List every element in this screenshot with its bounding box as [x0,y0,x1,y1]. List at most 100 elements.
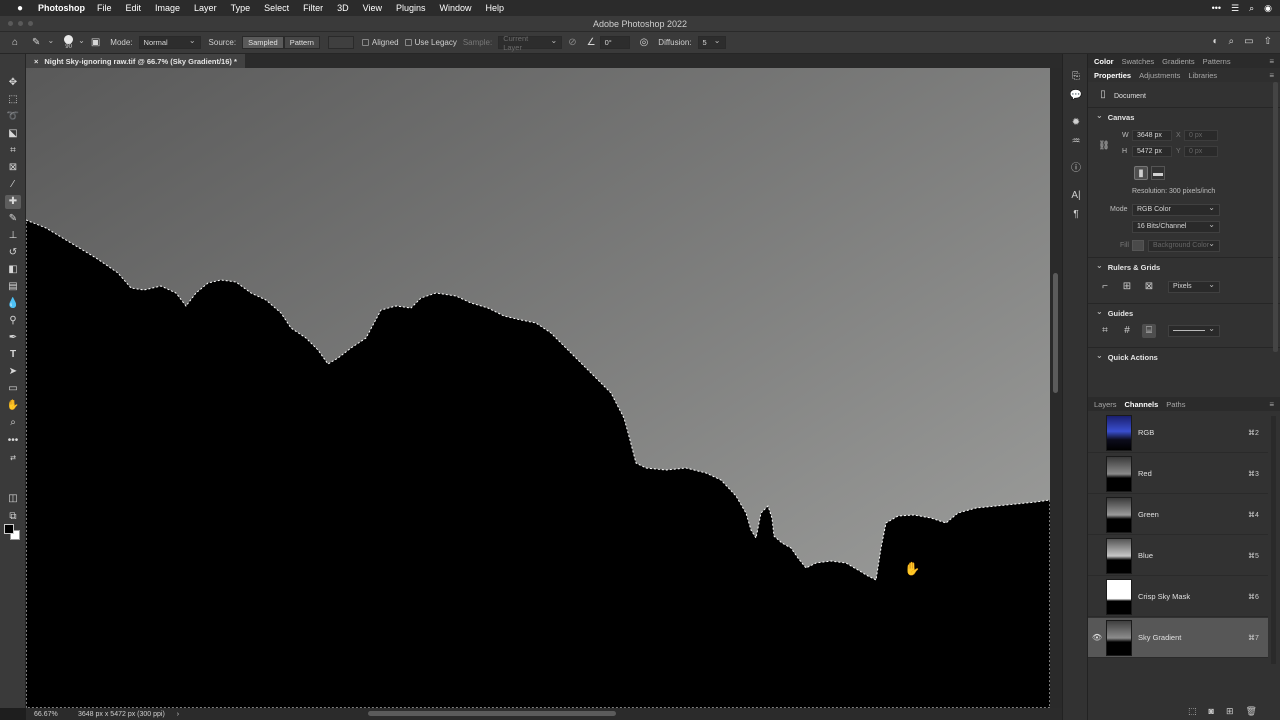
properties-menu-icon[interactable]: ≡ [1269,71,1274,80]
height-field[interactable]: 5472 px [1132,146,1172,157]
blur-tool-icon[interactable]: 💧 [5,297,21,311]
tab-channels[interactable]: Channels [1125,400,1159,409]
use-legacy-checkbox[interactable] [404,39,412,46]
marquee-tool-icon[interactable]: ⬚ [5,93,21,107]
link-dimensions-icon[interactable]: ⛓ [1097,138,1111,152]
load-selection-icon[interactable]: ⬚ [1188,706,1197,717]
channel-row-green[interactable]: Green ⌘4 [1088,495,1268,535]
eye-icon[interactable]: 👁 [1088,633,1106,642]
quick-mask-icon[interactable]: ◫ [5,492,21,506]
pressure-size-icon[interactable]: ◎ [640,37,649,48]
brush-tool-icon[interactable]: ✎ [5,212,21,226]
healing-brush-tool-icon[interactable]: ✚ [5,195,21,209]
home-icon[interactable]: ⌂ [12,37,18,48]
tab-patterns[interactable]: Patterns [1203,57,1231,66]
vertical-scrollbar[interactable] [1050,68,1062,708]
diffusion-select[interactable]: 5 [697,36,726,49]
quick-actions-title[interactable]: Quick Actions [1088,348,1280,366]
menu-view[interactable]: View [363,3,382,13]
menu-3d[interactable]: 3D [337,3,349,13]
channel-row-red[interactable]: Red ⌘3 [1088,454,1268,494]
history-brush-tool-icon[interactable]: ↺ [5,246,21,260]
channel-row-rgb[interactable]: RGB ⌘2 [1088,413,1268,453]
document-tab[interactable]: × Night Sky-ignoring raw.tif @ 66.7% (Sk… [26,54,245,68]
dodge-tool-icon[interactable]: ⚲ [5,314,21,328]
adjustments-panel-icon[interactable]: ✹ [1068,116,1084,130]
width-field[interactable]: 3648 px [1132,130,1172,141]
character-panel-icon[interactable]: A| [1068,189,1084,203]
rulers-icon[interactable]: ⌐ [1098,280,1112,294]
save-selection-icon[interactable]: ◙ [1209,706,1214,717]
eyedropper-tool-icon[interactable]: ⁄ [5,178,21,192]
tab-libraries[interactable]: Libraries [1188,71,1217,80]
brush-size-picker[interactable]: 90 [64,34,74,51]
learn-icon[interactable]: ◐ [1213,36,1219,47]
tab-gradients[interactable]: Gradients [1162,57,1195,66]
menu-image[interactable]: Image [155,3,180,13]
brushes-panel-icon[interactable]: ♒ [1068,135,1084,149]
source-pattern-button[interactable]: Pattern [283,36,320,49]
menu-layer[interactable]: Layer [194,3,217,13]
rectangle-tool-icon[interactable]: ▭ [5,382,21,396]
menu-plugins[interactable]: Plugins [396,3,426,13]
rulers-grids-title[interactable]: Rulers & Grids [1088,258,1280,276]
canvas-area[interactable]: ✋ [26,68,1050,708]
zoom-tool-icon[interactable]: ⌕ [5,416,21,430]
channel-row-sky-gradient[interactable]: 👁 Sky Gradient ⌘7 [1088,618,1268,658]
guide-layout-icon[interactable]: # [1120,324,1134,338]
swap-colors-icon[interactable]: ⇄ [5,452,21,466]
info-panel-icon[interactable]: ⓘ [1068,162,1084,176]
sample-select[interactable]: Current Layer [498,34,563,52]
guide-style-select[interactable] [1168,324,1220,337]
apple-icon[interactable]: ● [12,3,28,14]
channels-menu-icon[interactable]: ≡ [1269,400,1274,409]
screen-mode-icon[interactable]: ⧉ [5,510,21,524]
foreground-color-swatch[interactable] [4,524,14,534]
properties-scrollbar[interactable] [1273,82,1278,352]
canvas-section-title[interactable]: Canvas [1088,108,1280,126]
brush-caret[interactable] [75,38,85,47]
x-field[interactable]: 0 px [1184,130,1218,141]
channels-scrollbar[interactable] [1271,416,1276,664]
menu-help[interactable]: Help [486,3,505,13]
object-selection-tool-icon[interactable]: ⬕ [5,127,21,141]
bit-depth-select[interactable]: 16 Bits/Channel [1132,220,1220,233]
pattern-picker[interactable] [327,36,354,49]
close-tab-icon[interactable]: × [34,57,38,66]
new-channel-icon[interactable]: ⊞ [1226,706,1234,717]
tab-swatches[interactable]: Swatches [1122,57,1155,66]
gradient-tool-icon[interactable]: ▤ [5,280,21,294]
hand-tool-icon[interactable]: ✋ [5,399,21,413]
pen-tool-icon[interactable]: ✒ [5,331,21,345]
vertical-scrollbar-thumb[interactable] [1053,273,1058,393]
fill-swatch[interactable] [1132,240,1144,251]
search-icon[interactable]: ⌕ [1229,36,1235,47]
tab-color[interactable]: Color [1094,57,1114,66]
more-icon[interactable]: ••• [1212,3,1221,13]
healing-brush-preset-icon[interactable]: ✎ [32,37,40,48]
tab-adjustments[interactable]: Adjustments [1139,71,1180,80]
mode-select[interactable]: Normal [138,36,201,49]
type-tool-icon[interactable]: T [5,348,21,362]
menu-filter[interactable]: Filter [303,3,323,13]
frame-tool-icon[interactable]: ⊠ [5,161,21,175]
spotlight-icon[interactable]: ⌕ [1249,3,1254,14]
share-icon[interactable]: ⇧ [1264,36,1272,47]
history-panel-icon[interactable]: ⎘ [1068,70,1084,84]
ruler-units-select[interactable]: Pixels [1168,280,1220,293]
pixel-grid-icon[interactable]: ⊠ [1142,280,1156,294]
menu-type[interactable]: Type [231,3,251,13]
zoom-level[interactable]: 66.67% [26,711,70,718]
y-field[interactable]: 0 px [1184,146,1218,157]
control-center-icon[interactable]: ☰ [1231,3,1239,14]
tab-layers[interactable]: Layers [1094,400,1117,409]
clone-stamp-tool-icon[interactable]: ⊥ [5,229,21,243]
guides-icon[interactable]: ⌗ [1098,324,1112,338]
menu-select[interactable]: Select [264,3,289,13]
tool-preset-caret[interactable] [44,38,54,47]
landscape-orientation-icon[interactable]: ▬ [1151,166,1165,180]
tab-paths[interactable]: Paths [1166,400,1185,409]
angle-input[interactable]: 0° [599,36,630,49]
edit-toolbar-icon[interactable]: ••• [5,434,21,448]
smart-guides-icon[interactable]: ⌸ [1142,324,1156,338]
